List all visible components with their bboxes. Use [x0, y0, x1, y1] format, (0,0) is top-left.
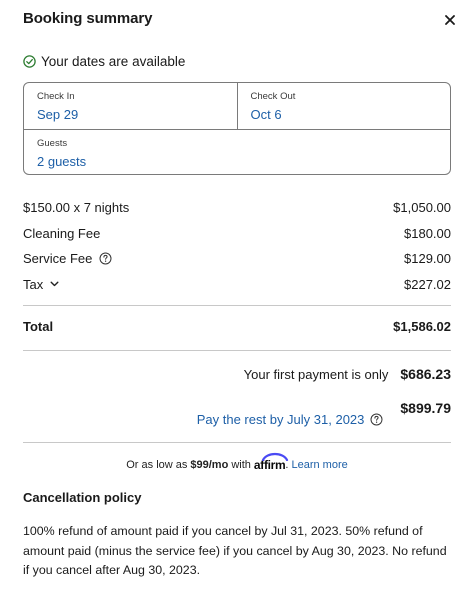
affirm-price: $99/mo: [190, 459, 229, 471]
affirm-prefix: Or as low as: [126, 459, 188, 471]
affirm-financing: Or as low as $99/mo with affirm . Learn …: [0, 452, 474, 472]
service-fee-label-group: Service Fee: [23, 251, 112, 266]
first-payment-amount: $686.23: [400, 366, 451, 382]
pay-rest-link[interactable]: Pay the rest by July 31, 2023: [197, 412, 365, 427]
help-icon[interactable]: [370, 413, 383, 431]
line-item-amount: $180.00: [404, 225, 451, 241]
total-amount: $1,586.02: [393, 319, 451, 334]
dates-guests-box: Check In Sep 29 Check Out Oct 6 Guests 2…: [23, 82, 451, 175]
line-item-amount: $129.00: [404, 251, 451, 267]
line-item-amount: $1,050.00: [393, 200, 451, 216]
learn-more-link[interactable]: Learn more: [291, 459, 347, 471]
check-out-label: Check Out: [250, 91, 296, 102]
check-in-field[interactable]: Check In Sep 29: [24, 83, 237, 129]
divider: [23, 305, 451, 306]
tax-toggle[interactable]: Tax: [23, 277, 59, 292]
page-title: Booking summary: [23, 10, 153, 27]
divider: [23, 350, 451, 351]
first-payment-label: Your first payment is only: [243, 366, 389, 382]
cancellation-text: 100% refund of amount paid if you cancel…: [23, 524, 447, 577]
price-breakdown: $150.00 x 7 nights $1,050.00 Cleaning Fe…: [23, 195, 451, 297]
line-item-label: Service Fee: [23, 251, 93, 267]
check-circle-icon: [23, 55, 36, 68]
guests-label: Guests: [37, 138, 68, 149]
line-item-label: Cleaning Fee: [23, 225, 101, 241]
cancellation-title: Cancellation policy: [23, 490, 142, 505]
help-icon[interactable]: [99, 252, 112, 265]
availability-text: Your dates are available: [41, 54, 186, 69]
guests-field[interactable]: Guests 2 guests: [24, 130, 450, 174]
line-item-tax: Tax $227.02: [23, 272, 451, 298]
first-payment-row: Your first payment is only $686.23: [244, 366, 451, 382]
total-row: Total $1,586.02: [23, 319, 451, 334]
line-item-nights: $150.00 x 7 nights $1,050.00: [23, 195, 451, 221]
guests-value: 2 guests: [37, 154, 87, 169]
line-item-label: $150.00 x 7 nights: [23, 200, 130, 216]
total-label: Total: [23, 319, 54, 334]
close-button[interactable]: [440, 10, 460, 30]
check-in-label: Check In: [37, 91, 75, 102]
affirm-with: with: [231, 459, 251, 471]
line-item-service-fee: Service Fee $129.00: [23, 246, 451, 272]
dates-row: Check In Sep 29 Check Out Oct 6: [24, 83, 450, 130]
chevron-down-icon: [50, 281, 59, 287]
affirm-logo: affirm: [254, 452, 288, 472]
close-icon: [445, 15, 455, 25]
booking-summary-panel: Booking summary Your dates are available…: [0, 0, 474, 598]
line-item-amount: $227.02: [404, 276, 451, 292]
header: Booking summary: [23, 10, 460, 30]
check-out-field[interactable]: Check Out Oct 6: [236, 83, 451, 129]
line-item-cleaning-fee: Cleaning Fee $180.00: [23, 221, 451, 247]
rest-payment-row: Pay the rest by July 31, 2023 $899.79: [197, 400, 451, 431]
divider: [23, 442, 451, 443]
line-item-label: Tax: [23, 276, 44, 292]
affirm-arc-icon: [261, 452, 288, 461]
check-in-value: Sep 29: [37, 107, 79, 122]
rest-payment-amount: $899.79: [400, 400, 451, 416]
availability-status: Your dates are available: [23, 54, 185, 69]
check-out-value: Oct 6: [250, 107, 282, 122]
